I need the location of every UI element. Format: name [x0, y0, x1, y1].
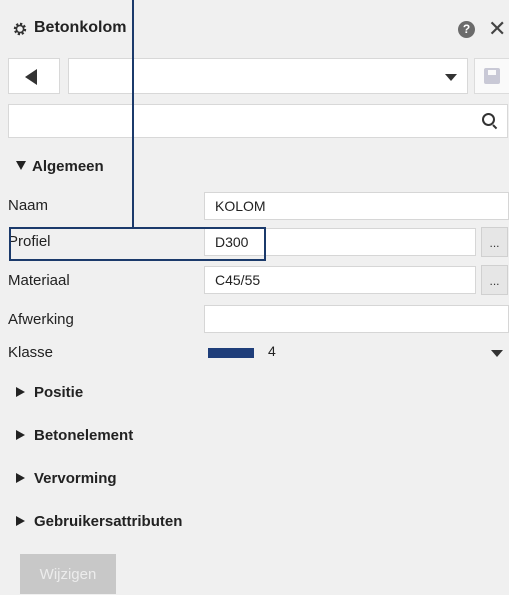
naam-field[interactable]: KOLOM	[204, 192, 509, 220]
callout-pointer-line	[132, 0, 134, 227]
expand-down-icon	[16, 161, 26, 170]
materiaal-field[interactable]: C45/55	[204, 266, 476, 294]
section-algemeen[interactable]: Algemeen	[16, 158, 104, 175]
klasse-color-swatch	[208, 348, 254, 358]
section-vervorming-label: Vervorming	[34, 470, 117, 487]
panel-title: Betonkolom	[34, 19, 127, 36]
properties-panel: Betonkolom ? ✕ Algemeen Naam KOLOM Profi…	[0, 0, 509, 595]
callout-highlight-box	[9, 227, 266, 261]
expand-right-icon	[16, 430, 25, 440]
naam-label: Naam	[8, 197, 49, 214]
section-gebruikersattributen[interactable]: Gebruikersattributen	[16, 513, 182, 530]
chevron-down-icon	[445, 74, 457, 81]
section-vervorming[interactable]: Vervorming	[16, 470, 117, 487]
gear-icon	[13, 22, 27, 36]
object-type-dropdown[interactable]	[68, 58, 468, 94]
expand-right-icon	[16, 473, 25, 483]
section-positie[interactable]: Positie	[16, 384, 83, 401]
afwerking-field[interactable]	[204, 305, 509, 333]
close-icon[interactable]: ✕	[488, 16, 506, 42]
section-algemeen-label: Algemeen	[32, 158, 104, 175]
klasse-dropdown[interactable]: 4	[204, 341, 509, 365]
navigation-row	[0, 56, 509, 96]
profiel-browse-button[interactable]: ...	[481, 227, 508, 257]
search-icon[interactable]	[482, 113, 495, 126]
question-icon[interactable]: ?	[458, 21, 475, 38]
expand-right-icon	[16, 387, 25, 397]
klasse-label: Klasse	[8, 344, 54, 361]
section-gebruikersattributen-label: Gebruikersattributen	[34, 513, 183, 530]
modify-button[interactable]: Wijzigen	[20, 554, 116, 594]
save-icon	[484, 68, 500, 84]
section-positie-label: Positie	[34, 384, 84, 401]
back-arrow-icon	[25, 69, 37, 85]
section-betonelement[interactable]: Betonelement	[16, 427, 133, 444]
search-input[interactable]	[8, 104, 508, 138]
back-button[interactable]	[8, 58, 60, 94]
expand-right-icon	[16, 516, 25, 526]
afwerking-label: Afwerking	[8, 311, 74, 328]
chevron-down-icon	[491, 350, 503, 357]
save-button[interactable]	[474, 58, 509, 94]
materiaal-browse-button[interactable]: ...	[481, 265, 508, 295]
section-betonelement-label: Betonelement	[34, 427, 134, 444]
materiaal-label: Materiaal	[8, 272, 70, 289]
klasse-value: 4	[268, 343, 276, 359]
panel-titlebar: Betonkolom ? ✕	[0, 10, 509, 48]
